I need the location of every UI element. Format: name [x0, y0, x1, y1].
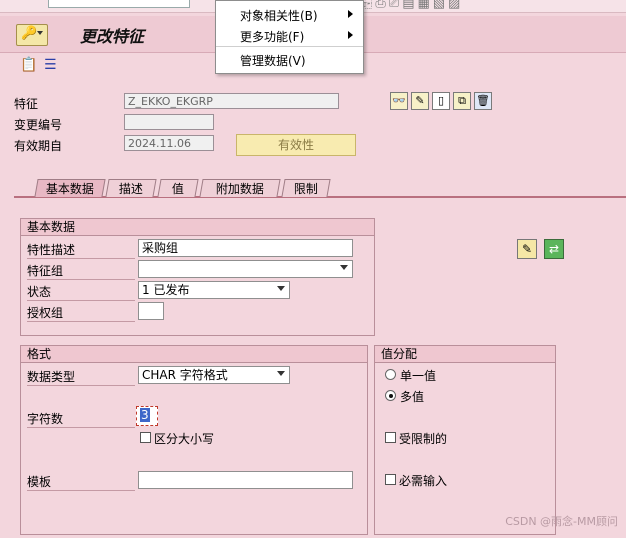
chevron-right-icon — [348, 31, 353, 39]
status-label: 状态 — [27, 283, 135, 301]
copy-icon[interactable]: ⧉ — [453, 92, 471, 110]
chars-label: 字符数 — [27, 410, 135, 428]
multi-value-label: 多值 — [400, 390, 425, 404]
characteristic-field: Z_EKKO_EKGRP — [124, 93, 339, 109]
tab-label: 附加数据 — [215, 182, 264, 196]
single-value-radio[interactable] — [385, 369, 396, 380]
clipboard-icon[interactable]: 📋 — [20, 57, 37, 73]
description-label: 特性描述 — [27, 241, 135, 259]
chevron-right-icon — [348, 10, 353, 18]
menu-item-label: 管理数据(V) — [240, 54, 306, 68]
context-menu: 对象相关性(B) 更多功能(F) 管理数据(V) — [215, 0, 364, 74]
valid-from-label: 有效期自 — [14, 139, 63, 153]
toolbar-icons: ⎘⎙⎚▤▦▧▨ — [362, 0, 464, 11]
auth-group-input[interactable] — [138, 302, 164, 320]
required-checkbox[interactable] — [385, 474, 396, 485]
restricted-checkbox[interactable] — [385, 432, 396, 443]
change-number-field[interactable] — [124, 114, 214, 130]
edit-icon[interactable]: ✎ — [411, 92, 429, 110]
case-sensitive-checkbox[interactable] — [140, 432, 151, 443]
delete-icon[interactable]: 🗑 — [474, 92, 492, 110]
chevron-down-icon — [37, 31, 43, 35]
characteristic-label: 特征 — [14, 97, 39, 111]
watermark: CSDN @雨念-MM顾问 — [505, 515, 618, 528]
datatype-select-value: CHAR 字符格式 — [142, 368, 228, 382]
tab-label: 值 — [171, 182, 184, 196]
chevron-down-icon — [277, 286, 285, 291]
tab-basic-data[interactable]: 基本数据 — [34, 179, 106, 197]
create-icon[interactable]: ▯ — [432, 92, 450, 110]
chars-value: 3 — [140, 408, 150, 422]
tab-description[interactable]: 描述 — [105, 179, 157, 197]
edit-text-icon[interactable]: ✎ — [517, 239, 537, 259]
menu-item-label: 更多功能(F) — [240, 30, 305, 44]
tab-restrictions[interactable]: 限制 — [281, 179, 331, 197]
group-select[interactable] — [138, 260, 353, 278]
menu-separator — [216, 46, 363, 47]
required-label: 必需输入 — [399, 474, 448, 488]
glasses-icon[interactable]: 👓 — [390, 92, 408, 110]
change-number-label: 变更编号 — [14, 118, 63, 132]
menu-item-admin-data[interactable]: 管理数据(V) — [240, 52, 306, 69]
group-label: 特征组 — [27, 262, 135, 280]
menu-item-label: 对象相关性(B) — [240, 9, 318, 23]
case-sensitive-label: 区分大小写 — [154, 432, 215, 446]
tab-label: 描述 — [118, 182, 143, 196]
menu-button[interactable]: 🔑 — [16, 24, 48, 46]
group-title: 基本数据 — [21, 219, 374, 236]
tab-label: 基本数据 — [45, 182, 94, 196]
status-select-value: 1 已发布 — [142, 283, 190, 297]
tab-additional-data[interactable]: 附加数据 — [199, 179, 281, 197]
chars-input[interactable]: 3 — [136, 406, 158, 426]
hierarchy-icon[interactable]: ☰ — [44, 57, 57, 73]
status-select[interactable]: 1 已发布 — [138, 281, 290, 299]
menu-item-object-dependencies[interactable]: 对象相关性(B) — [240, 7, 318, 24]
menu-item-more-functions[interactable]: 更多功能(F) — [240, 28, 304, 45]
multi-value-radio[interactable] — [385, 390, 396, 401]
single-value-label: 单一值 — [400, 369, 437, 383]
key-icon: 🔑 — [21, 26, 38, 41]
template-label: 模板 — [27, 473, 135, 491]
restricted-label: 受限制的 — [399, 432, 448, 446]
group-title: 值分配 — [375, 346, 555, 363]
valid-from-field[interactable]: 2024.11.06 — [124, 135, 214, 151]
datatype-label: 数据类型 — [27, 368, 135, 386]
switch-icon[interactable]: ⇄ — [544, 239, 564, 259]
chevron-down-icon — [277, 371, 285, 376]
description-input[interactable]: 采购组 — [138, 239, 353, 257]
group-title: 格式 — [21, 346, 367, 363]
validity-button[interactable]: 有效性 — [236, 134, 356, 156]
auth-group-label: 授权组 — [27, 304, 135, 322]
tab-values[interactable]: 值 — [157, 179, 199, 197]
command-field[interactable] — [48, 0, 190, 8]
tab-label: 限制 — [293, 182, 318, 196]
page-title: 更改特征 — [80, 27, 145, 46]
datatype-select[interactable]: CHAR 字符格式 — [138, 366, 290, 384]
template-input[interactable] — [138, 471, 353, 489]
chevron-down-icon — [340, 265, 348, 270]
